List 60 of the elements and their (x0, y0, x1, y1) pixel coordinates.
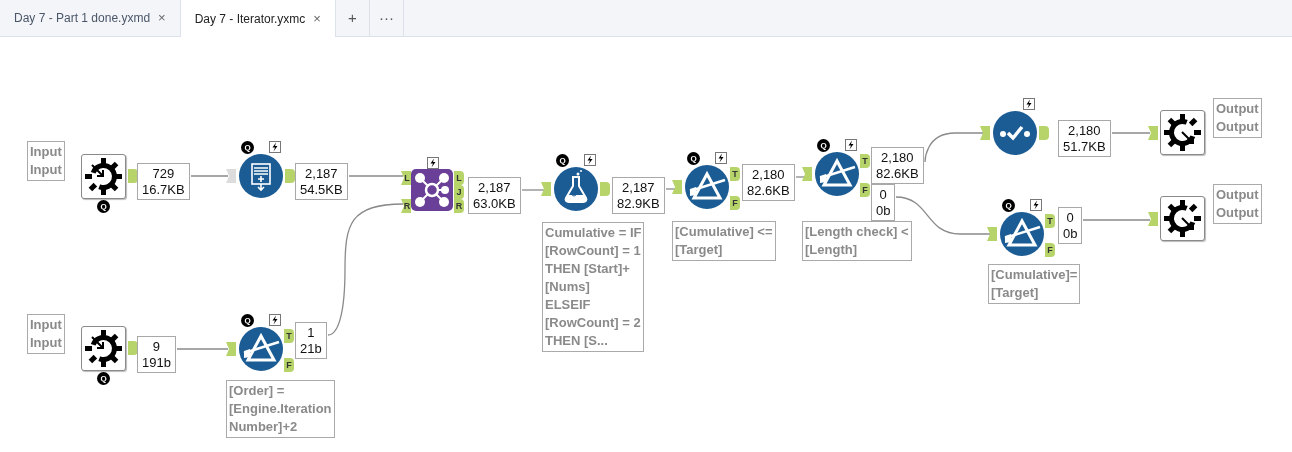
annotation: Input Input (27, 141, 65, 181)
record-count: 2,180 (1068, 122, 1101, 139)
output-anchor[interactable]: F (284, 358, 294, 372)
data-size: 82.9KB (617, 195, 660, 212)
tab[interactable]: Day 7 - Part 1 done.yxmd × (0, 0, 181, 36)
output-anchor[interactable]: T (284, 329, 294, 343)
output-anchor[interactable]: T (860, 154, 870, 168)
output-anchor[interactable]: F (860, 183, 870, 197)
tab-label: Day 7 - Part 1 done.yxmd (14, 10, 151, 27)
record-count: 1 (307, 324, 315, 341)
quick-badge: Q (241, 141, 254, 154)
output-anchor[interactable]: J (454, 185, 464, 199)
annotation: Output Output (1213, 98, 1262, 138)
record-count: 0 (879, 186, 887, 203)
data-size: 82.6KB (876, 165, 919, 182)
input-anchor[interactable]: L (401, 171, 411, 185)
record-count: 2,187 (478, 179, 511, 196)
close-tab-button[interactable]: × (158, 8, 166, 28)
record-count: 2,187 (622, 179, 655, 196)
output-anchor[interactable]: F (730, 196, 740, 210)
annotation: [Order] = [Engine.Iteration Number]+2 (226, 380, 335, 438)
data-size: 51.7KB (1063, 138, 1106, 155)
quick-badge: Q (817, 139, 830, 152)
output-anchor[interactable]: L (454, 171, 464, 185)
close-tab-button[interactable]: × (313, 8, 321, 29)
output-anchor[interactable]: T (730, 167, 740, 181)
record-count: 2,187 (305, 165, 338, 182)
data-size: 82.6KB (747, 182, 790, 199)
output-anchor[interactable]: T (1045, 214, 1055, 228)
data-size: 0b (876, 202, 891, 219)
annotation: [Length check] < [Length] (802, 221, 912, 261)
record-count: 729 (152, 165, 175, 182)
more-button[interactable]: ··· (369, 0, 404, 36)
annotation: [Cumulative]= [Target] (988, 264, 1081, 304)
annotation: Input Input (27, 314, 65, 354)
data-size: 63.0KB (473, 195, 516, 212)
output-anchor[interactable]: F (1045, 243, 1055, 257)
data-size: 54.5KB (300, 181, 343, 198)
quick-badge: Q (97, 200, 110, 213)
record-count: 2,180 (881, 149, 914, 166)
annotation: Cumulative = IF [RowCount] = 1 THEN [Start]+ [Nums] ELSEIF [RowCount] = 2 THEN [S... (542, 222, 645, 352)
record-count: 9 (152, 338, 161, 355)
new-tab-button[interactable]: + (335, 0, 370, 36)
output-anchor[interactable]: R (454, 199, 464, 213)
quick-badge: Q (556, 154, 569, 167)
data-size: 16.7KB (142, 181, 185, 198)
input-anchor[interactable]: R (401, 199, 411, 213)
data-size: 191b (142, 354, 171, 371)
tab[interactable]: Day 7 - Iterator.yxmc × (180, 0, 336, 37)
quick-badge: Q (241, 314, 254, 327)
quick-badge: Q (687, 152, 700, 165)
annotation: Output Output (1213, 184, 1262, 224)
annotation: [Cumulative] <= [Target] (672, 221, 776, 261)
record-count: 0 (1066, 209, 1074, 226)
data-size: 0b (1063, 225, 1078, 242)
record-count: 2,180 (752, 166, 785, 183)
tab-label: Day 7 - Iterator.yxmc (194, 10, 306, 28)
quick-badge: Q (97, 372, 110, 385)
data-size: 21b (300, 340, 322, 357)
quick-badge: Q (1002, 199, 1015, 212)
